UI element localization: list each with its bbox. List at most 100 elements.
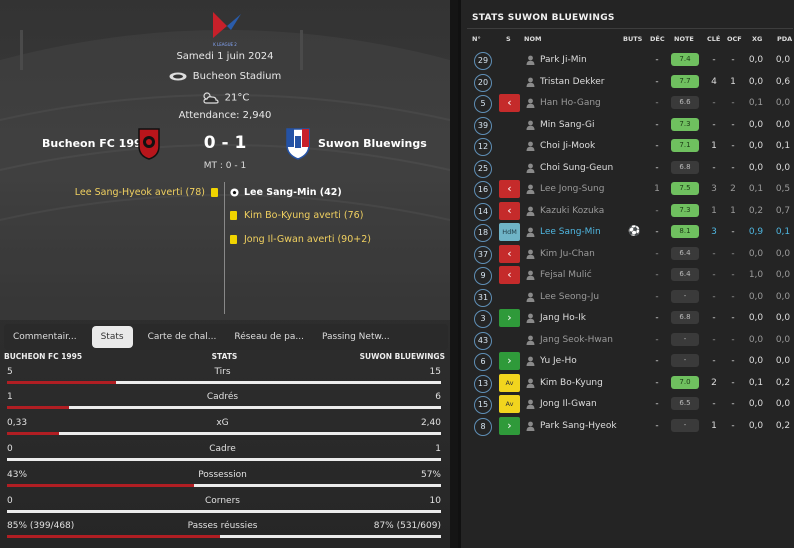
- stat-chances-created: -: [655, 141, 659, 151]
- subbed-on-icon: ›: [499, 309, 520, 327]
- stat-ocf: 2: [730, 184, 736, 194]
- player-name[interactable]: Kim Bo-Kyung: [540, 378, 603, 388]
- subbed-off-icon: ‹: [499, 201, 520, 220]
- player-name[interactable]: Jong Il-Gwan: [540, 399, 597, 409]
- stadium-icon: [169, 72, 187, 80]
- player-avatar-icon: [526, 141, 535, 151]
- player-name[interactable]: Fejsal Mulić: [540, 270, 592, 280]
- panel-title: STATS SUWON BLUEWINGS: [472, 13, 615, 23]
- col-header-xg[interactable]: XG: [752, 35, 762, 43]
- stat-row-woodwork: 0 Cadre 1: [4, 444, 441, 468]
- player-avatar-icon: [526, 270, 535, 280]
- col-header-sub[interactable]: S: [506, 35, 511, 43]
- player-name[interactable]: Park Sang-Hyeok: [540, 421, 617, 431]
- player-name[interactable]: Lee Sang-Min: [540, 227, 601, 237]
- player-row[interactable]: 5 ‹ Han Ho-Gang - 6.6 - - 0,1 0,0: [461, 93, 794, 114]
- player-rating: -: [671, 289, 699, 303]
- col-header-goals[interactable]: BUTS: [623, 35, 642, 43]
- player-name[interactable]: Park Ji-Min: [540, 55, 587, 65]
- player-name[interactable]: Choi Ji-Mook: [540, 141, 595, 151]
- stat-bar: [7, 535, 441, 538]
- player-avatar-icon: [526, 378, 535, 388]
- stat-key-passes: 3: [711, 227, 717, 237]
- stat-pda: 0,0: [775, 55, 791, 65]
- player-name[interactable]: Han Ho-Gang: [540, 98, 601, 108]
- player-row[interactable]: 37 ‹ Kim Ju-Chan - 6.4 - - 0,0 0,0: [461, 244, 794, 265]
- shirt-number: 31: [474, 288, 492, 307]
- player-name[interactable]: Yu Je-Ho: [540, 356, 577, 366]
- player-avatar-icon: [526, 55, 535, 65]
- col-header-rating[interactable]: NOTE: [674, 35, 694, 43]
- stat-chances-created: -: [655, 377, 659, 388]
- player-name[interactable]: Kazuki Kozuka: [540, 206, 604, 216]
- stat-pda: 0,0: [775, 248, 791, 259]
- player-name[interactable]: Lee Seong-Ju: [540, 292, 599, 302]
- player-rating: 7.1: [671, 139, 699, 152]
- player-name[interactable]: Lee Jong-Sung: [540, 184, 604, 194]
- weather-row: 21°C: [0, 91, 450, 104]
- player-name[interactable]: Choi Sung-Geun: [540, 163, 613, 173]
- timeline-divider: [224, 182, 225, 314]
- stat-chances-created: -: [655, 76, 659, 87]
- stat-bar: [7, 432, 441, 435]
- team-player-stats-panel: STATS SUWON BLUEWINGS N° S NOM BUTS DÉC …: [458, 0, 794, 548]
- stat-pda: 0,0: [775, 270, 791, 280]
- tab-commentary[interactable]: Commentair...: [4, 326, 86, 348]
- player-avatar-icon: [526, 249, 535, 259]
- col-header-number[interactable]: N°: [472, 35, 481, 43]
- player-name[interactable]: Kim Ju-Chan: [540, 249, 595, 259]
- away-team-name[interactable]: Suwon Bluewings: [318, 137, 427, 150]
- stat-xg: 0,0: [748, 119, 764, 130]
- stat-xg: 0,0: [748, 313, 764, 323]
- stat-xg: 0,0: [748, 399, 764, 409]
- stat-chances-created: -: [655, 313, 659, 323]
- stat-chances-created: -: [655, 248, 659, 259]
- player-row[interactable]: 16 ‹ Lee Jong-Sung 1 7.5 3 2 0,1 0,5: [461, 179, 794, 200]
- away-team-crest[interactable]: [285, 126, 311, 160]
- player-name[interactable]: Min Sang-Gi: [540, 120, 595, 130]
- player-row[interactable]: 8 › Park Sang-Hyeok - - 1 - 0,0 0,2: [461, 416, 794, 437]
- player-row[interactable]: 31 Lee Seong-Ju - - - - 0,0 0,0: [461, 287, 794, 308]
- player-row[interactable]: 15 Av Jong Il-Gwan - 6.5 - - 0,0 0,0: [461, 394, 794, 415]
- player-name[interactable]: Jang Seok-Hwan: [540, 335, 613, 345]
- player-row[interactable]: 13 Av Kim Bo-Kyung - 7.0 2 - 0,1 0,2: [461, 373, 794, 394]
- player-row[interactable]: 14 ‹ Kazuki Kozuka - 7.3 1 1 0,2 0,7: [461, 201, 794, 222]
- player-row[interactable]: 18 HdM Lee Sang-Min ⚽ - 8.1 3 - 0,9 0,1: [461, 222, 794, 243]
- player-row[interactable]: 29 Park Ji-Min - 7.4 - - 0,0 0,0: [461, 50, 794, 71]
- player-row[interactable]: 25 Choi Sung-Geun - 6.8 - - 0,0 0,0: [461, 158, 794, 179]
- event-text: Jong Il-Gwan averti (90+2): [244, 234, 371, 245]
- tab-heatmap[interactable]: Carte de chal...: [139, 326, 226, 348]
- player-avatar-icon: [526, 98, 535, 108]
- player-row[interactable]: 6 › Yu Je-Ho - - - - 0,0 0,0: [461, 351, 794, 372]
- stat-away-value: 1: [435, 444, 441, 454]
- player-row[interactable]: 9 ‹ Fejsal Mulić - 6.4 - - 1,0 0,0: [461, 265, 794, 286]
- stat-ocf: -: [731, 55, 735, 65]
- tab-pass-network[interactable]: Réseau de pa...: [225, 326, 313, 348]
- shirt-number: 29: [474, 52, 492, 70]
- player-row[interactable]: 12 Choi Ji-Mook - 7.1 1 - 0,0 0,1: [461, 136, 794, 157]
- player-avatar-icon: [526, 313, 535, 323]
- tab-stats[interactable]: Stats: [91, 326, 133, 348]
- player-avatar-icon: [526, 77, 535, 87]
- stat-pda: 0,2: [775, 377, 791, 388]
- player-row[interactable]: 20 Tristan Dekker - 7.7 4 1 0,0 0,6: [461, 72, 794, 93]
- player-row[interactable]: 39 Min Sang-Gi - 7.3 - - 0,0 0,0: [461, 115, 794, 136]
- col-header-key-passes[interactable]: CLÉ: [707, 35, 720, 43]
- stat-bar: [7, 406, 441, 409]
- player-row[interactable]: 43 Jang Seok-Hwan - - - - 0,0 0,0: [461, 330, 794, 351]
- stat-away-value: 57%: [420, 470, 441, 480]
- col-header-ocf[interactable]: OCF: [727, 35, 742, 43]
- stat-xg: 0,0: [748, 420, 764, 431]
- event-text: Lee Sang-Min (42): [244, 187, 342, 198]
- tab-passing-network[interactable]: Passing Netw...: [313, 326, 399, 348]
- player-name[interactable]: Tristan Dekker: [540, 77, 604, 87]
- col-header-pda[interactable]: PDA: [777, 35, 792, 43]
- player-rating: 6.8: [671, 311, 699, 324]
- player-row[interactable]: 3 › Jang Ho-Ik - 6.8 - - 0,0 0,0: [461, 308, 794, 329]
- col-header-name[interactable]: NOM: [524, 35, 541, 43]
- stat-key-passes: 2: [711, 377, 717, 388]
- col-header-chances-created[interactable]: DÉC: [650, 35, 665, 43]
- stadium-name: Bucheon Stadium: [192, 71, 282, 82]
- player-name[interactable]: Jang Ho-Ik: [540, 313, 586, 323]
- stat-pda: 0,7: [775, 205, 791, 216]
